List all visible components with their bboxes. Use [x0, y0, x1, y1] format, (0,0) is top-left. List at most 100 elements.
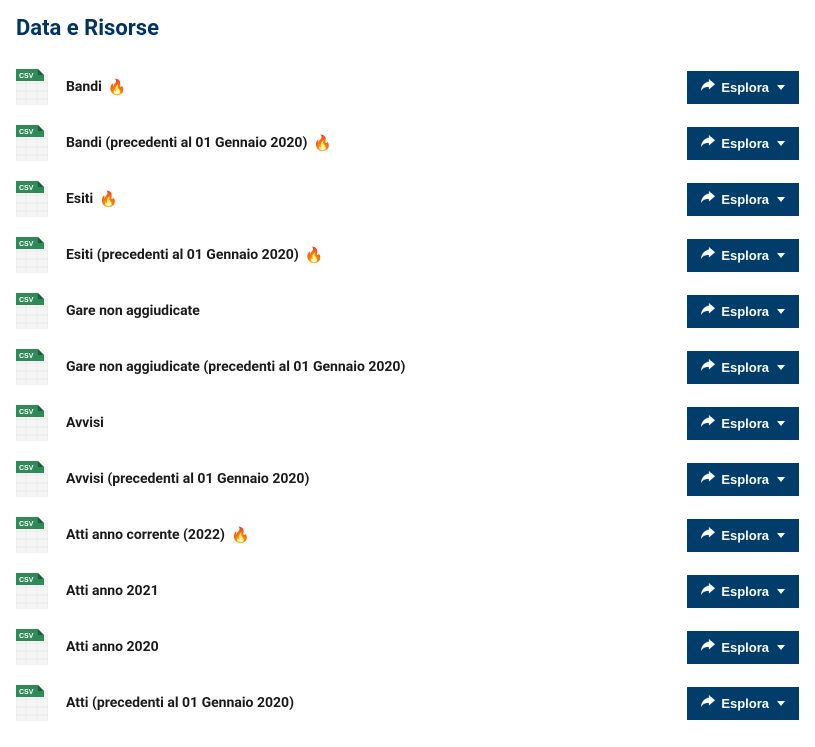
resource-title-text: Avvisi	[66, 415, 104, 431]
explore-button[interactable]: Esplora	[687, 295, 799, 328]
resource-title-text: Gare non aggiudicate	[66, 303, 200, 319]
caret-down-icon	[777, 645, 785, 650]
resource-title-link[interactable]: Gare non aggiudicate (precedenti al 01 G…	[66, 359, 405, 375]
resource-list: CSV Bandi 🔥 Esplora CSV Bandi (precedenti…	[16, 59, 799, 731]
resource-title-link[interactable]: Atti anno 2021	[66, 583, 159, 599]
flame-icon: 🔥	[108, 80, 127, 95]
explore-button-label: Esplora	[721, 192, 769, 207]
resource-row: CSV Atti (precedenti al 01 Gennaio 2020)…	[16, 675, 799, 731]
svg-text:CSV: CSV	[19, 521, 34, 528]
explore-button[interactable]: Esplora	[687, 687, 799, 720]
share-arrow-icon	[701, 135, 715, 152]
resource-left: CSV Esiti (precedenti al 01 Gennaio 2020…	[16, 237, 323, 273]
resource-row: CSV Gare non aggiudicate Esplora	[16, 283, 799, 339]
svg-text:CSV: CSV	[19, 689, 34, 696]
resource-left: CSV Bandi 🔥	[16, 69, 127, 105]
explore-button[interactable]: Esplora	[687, 407, 799, 440]
explore-button[interactable]: Esplora	[687, 351, 799, 384]
share-arrow-icon	[701, 583, 715, 600]
caret-down-icon	[777, 85, 785, 90]
svg-text:CSV: CSV	[19, 465, 34, 472]
share-arrow-icon	[701, 415, 715, 432]
share-arrow-icon	[701, 359, 715, 376]
resource-row: CSV Avvisi (precedenti al 01 Gennaio 202…	[16, 451, 799, 507]
resource-title-link[interactable]: Atti anno corrente (2022) 🔥	[66, 527, 250, 543]
svg-text:CSV: CSV	[19, 577, 34, 584]
resource-title-link[interactable]: Avvisi	[66, 415, 104, 431]
explore-button[interactable]: Esplora	[687, 463, 799, 496]
resource-title-text: Gare non aggiudicate (precedenti al 01 G…	[66, 359, 405, 375]
section-title: Data e Risorse	[16, 16, 799, 41]
resource-left: CSV Gare non aggiudicate	[16, 293, 200, 329]
resource-title-link[interactable]: Esiti (precedenti al 01 Gennaio 2020) 🔥	[66, 247, 323, 263]
resource-title-text: Atti anno corrente (2022)	[66, 527, 225, 543]
flame-icon: 🔥	[99, 192, 118, 207]
explore-button-label: Esplora	[721, 472, 769, 487]
resource-title-link[interactable]: Esiti 🔥	[66, 191, 118, 207]
csv-file-icon: CSV	[16, 349, 48, 385]
resource-title-link[interactable]: Bandi 🔥	[66, 79, 127, 95]
resource-title-text: Bandi	[66, 79, 102, 95]
explore-button-label: Esplora	[721, 696, 769, 711]
resource-row: CSV Esiti (precedenti al 01 Gennaio 2020…	[16, 227, 799, 283]
resource-title-text: Esiti (precedenti al 01 Gennaio 2020)	[66, 247, 299, 263]
csv-file-icon: CSV	[16, 69, 48, 105]
resource-title-link[interactable]: Avvisi (precedenti al 01 Gennaio 2020)	[66, 471, 309, 487]
resource-left: CSV Gare non aggiudicate (precedenti al …	[16, 349, 405, 385]
resource-title-link[interactable]: Atti anno 2020	[66, 639, 159, 655]
resource-row: CSV Bandi 🔥 Esplora	[16, 59, 799, 115]
resource-title-text: Atti anno 2021	[66, 583, 159, 599]
svg-text:CSV: CSV	[19, 633, 34, 640]
share-arrow-icon	[701, 247, 715, 264]
svg-text:CSV: CSV	[19, 297, 34, 304]
resource-title-link[interactable]: Atti (precedenti al 01 Gennaio 2020)	[66, 695, 294, 711]
caret-down-icon	[777, 533, 785, 538]
explore-button[interactable]: Esplora	[687, 575, 799, 608]
resource-title-text: Avvisi (precedenti al 01 Gennaio 2020)	[66, 471, 309, 487]
explore-button-label: Esplora	[721, 584, 769, 599]
explore-button[interactable]: Esplora	[687, 127, 799, 160]
csv-file-icon: CSV	[16, 573, 48, 609]
svg-text:CSV: CSV	[19, 73, 34, 80]
csv-file-icon: CSV	[16, 405, 48, 441]
explore-button-label: Esplora	[721, 136, 769, 151]
resource-title-text: Atti (precedenti al 01 Gennaio 2020)	[66, 695, 294, 711]
csv-file-icon: CSV	[16, 293, 48, 329]
resource-row: CSV Atti anno 2021 Esplora	[16, 563, 799, 619]
resource-title-text: Atti anno 2020	[66, 639, 159, 655]
explore-button-label: Esplora	[721, 416, 769, 431]
explore-button[interactable]: Esplora	[687, 239, 799, 272]
resource-row: CSV Atti anno 2020 Esplora	[16, 619, 799, 675]
resource-left: CSV Avvisi (precedenti al 01 Gennaio 202…	[16, 461, 309, 497]
explore-button-label: Esplora	[721, 80, 769, 95]
resource-row: CSV Esiti 🔥 Esplora	[16, 171, 799, 227]
explore-button-label: Esplora	[721, 248, 769, 263]
svg-text:CSV: CSV	[19, 353, 34, 360]
csv-file-icon: CSV	[16, 517, 48, 553]
share-arrow-icon	[701, 303, 715, 320]
flame-icon: 🔥	[231, 528, 250, 543]
caret-down-icon	[777, 589, 785, 594]
flame-icon: 🔥	[313, 136, 332, 151]
svg-text:CSV: CSV	[19, 129, 34, 136]
resource-left: CSV Atti anno corrente (2022) 🔥	[16, 517, 250, 553]
caret-down-icon	[777, 141, 785, 146]
resource-left: CSV Atti anno 2020	[16, 629, 159, 665]
resource-title-text: Esiti	[66, 191, 93, 207]
csv-file-icon: CSV	[16, 181, 48, 217]
resource-title-text: Bandi (precedenti al 01 Gennaio 2020)	[66, 135, 307, 151]
explore-button-label: Esplora	[721, 528, 769, 543]
resource-left: CSV Bandi (precedenti al 01 Gennaio 2020…	[16, 125, 332, 161]
explore-button[interactable]: Esplora	[687, 519, 799, 552]
resource-title-link[interactable]: Bandi (precedenti al 01 Gennaio 2020) 🔥	[66, 135, 332, 151]
csv-file-icon: CSV	[16, 125, 48, 161]
caret-down-icon	[777, 477, 785, 482]
flame-icon: 🔥	[305, 248, 324, 263]
resource-row: CSV Gare non aggiudicate (precedenti al …	[16, 339, 799, 395]
resource-left: CSV Atti (precedenti al 01 Gennaio 2020)	[16, 685, 294, 721]
resource-left: CSV Avvisi	[16, 405, 104, 441]
resource-title-link[interactable]: Gare non aggiudicate	[66, 303, 200, 319]
share-arrow-icon	[701, 79, 715, 96]
explore-button[interactable]: Esplora	[687, 183, 799, 216]
explore-button[interactable]: Esplora	[687, 71, 799, 104]
